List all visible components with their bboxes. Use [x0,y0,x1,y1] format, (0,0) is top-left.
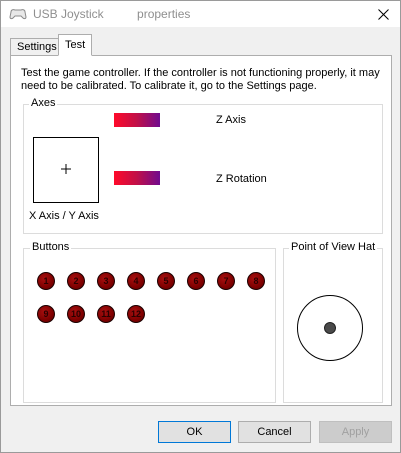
pov-center-dot [324,322,336,334]
test-description: Test the game controller. If the control… [21,67,380,92]
title-bar[interactable]: USB Joystick properties [1,1,400,27]
window-title: USB Joystick properties [33,7,191,21]
ok-button[interactable]: OK [158,421,231,443]
properties-dialog: USB Joystick properties Settings Test Te… [0,0,401,453]
button-indicator-11: 11 [97,305,115,323]
crosshair-icon [61,164,71,174]
axes-group-label: Axes [29,97,58,110]
close-button[interactable] [366,1,400,27]
tab-test[interactable]: Test [58,34,93,56]
button-indicator-2: 2 [67,272,85,290]
z-axis-label: Z Axis [216,114,246,126]
close-icon [377,8,389,20]
button-indicator-9: 9 [37,305,55,323]
apply-button[interactable]: Apply [319,421,392,443]
pov-group-label: Point of View Hat [289,241,378,254]
button-indicator-5: 5 [157,272,175,290]
cancel-button[interactable]: Cancel [238,421,311,443]
z-rotation-label: Z Rotation [216,173,267,185]
z-axis-bar [114,113,160,127]
button-indicator-10: 10 [67,305,85,323]
xy-axis-label: X Axis / Y Axis [29,210,99,222]
xy-axis-box [33,137,99,203]
button-indicator-7: 7 [217,272,235,290]
button-indicator-12: 12 [127,305,145,323]
button-indicator-1: 1 [37,272,55,290]
z-rotation-bar [114,171,160,185]
button-indicator-6: 6 [187,272,205,290]
buttons-group-label: Buttons [30,241,72,254]
button-indicator-3: 3 [97,272,115,290]
gamepad-icon [9,8,27,20]
pov-hat-indicator [297,295,363,361]
buttons-group [23,248,276,403]
button-indicator-8: 8 [247,272,265,290]
button-indicator-4: 4 [127,272,145,290]
